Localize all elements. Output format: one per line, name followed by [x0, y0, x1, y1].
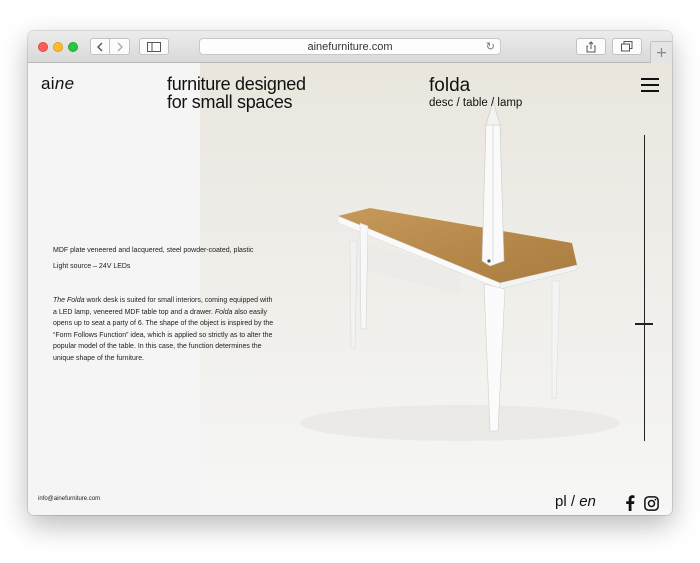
description-name: Folda: [214, 308, 233, 316]
tagline-line2: for small spaces: [167, 92, 293, 112]
forward-button[interactable]: [110, 38, 130, 55]
address-bar[interactable]: ainefurniture.com ↻: [199, 38, 501, 55]
logo-prefix: ai: [41, 74, 55, 93]
logo-suffix: ne: [54, 74, 75, 93]
materials-text: MDF plate veneered and lacquered, steel …: [53, 247, 254, 254]
language-switcher: pl / en: [555, 493, 596, 510]
zoom-window-button[interactable]: [68, 42, 78, 52]
reload-icon[interactable]: ↻: [486, 40, 495, 53]
contact-email-link[interactable]: info@ainefurniture.com: [38, 496, 100, 502]
product-title: folda: [429, 75, 471, 96]
facebook-icon[interactable]: [625, 495, 635, 511]
tabs-icon: [621, 41, 633, 52]
plus-icon: +: [655, 44, 668, 61]
hamburger-menu-icon[interactable]: [641, 78, 659, 92]
sidebar-toggle-button[interactable]: [139, 38, 169, 55]
minimize-window-button[interactable]: [53, 42, 63, 52]
address-url: ainefurniture.com: [307, 40, 393, 53]
web-page: aine furniture designed for small spaces…: [28, 63, 672, 515]
scroll-track[interactable]: [644, 135, 645, 441]
browser-window: ainefurniture.com ↻ + aine furniture des…: [28, 31, 672, 515]
close-window-button[interactable]: [38, 42, 48, 52]
product-description: The Folda work desk is suited for small …: [53, 295, 277, 364]
lang-pl-link[interactable]: pl: [555, 493, 567, 510]
product-photo: [200, 63, 672, 515]
tagline-line1: furniture designed: [167, 74, 306, 94]
new-tab-button[interactable]: +: [650, 41, 672, 63]
back-button[interactable]: [90, 38, 110, 55]
browser-toolbar: ainefurniture.com ↻ +: [28, 31, 672, 63]
sidebar-icon: [147, 41, 161, 52]
share-icon: [586, 40, 596, 52]
lang-separator: /: [566, 493, 580, 510]
description-part2: also easily opens up to seat a party of …: [53, 308, 274, 362]
site-tagline: furniture designed for small spaces: [167, 75, 337, 111]
chevron-right-icon: [117, 42, 123, 51]
scroll-indicator[interactable]: [635, 323, 653, 325]
light-source-text: Light source – 24V LEDs: [53, 263, 131, 270]
folda-table-image: [200, 99, 672, 515]
description-title: The Folda: [53, 297, 85, 304]
share-button[interactable]: [576, 38, 606, 55]
show-tabs-button[interactable]: [612, 38, 642, 55]
site-logo[interactable]: aine: [41, 74, 74, 94]
instagram-icon[interactable]: [644, 496, 659, 511]
chevron-left-icon: [97, 42, 103, 51]
lang-en-link[interactable]: en: [579, 493, 596, 510]
product-section-links[interactable]: desc / table / lamp: [429, 97, 522, 109]
